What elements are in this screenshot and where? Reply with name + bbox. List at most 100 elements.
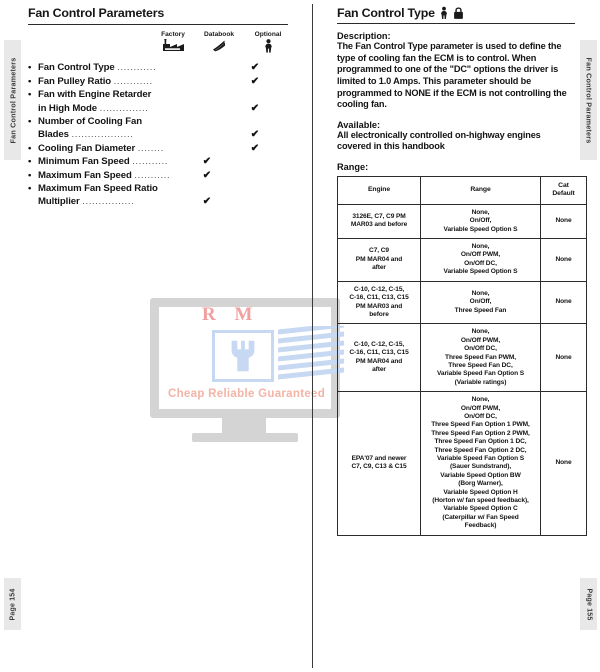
table-cell-range-line: Three Speed Fan Option 2 DC,: [434, 446, 527, 454]
table-cell-engine-line: 3126E, C7, C9 PM: [352, 213, 406, 221]
table-cell-default-line: None: [555, 255, 572, 263]
table-cell-engine-line: C-10, C-12, C-15,: [353, 340, 405, 348]
leader-dots: ............: [113, 75, 153, 87]
lock-icon: [453, 7, 463, 19]
table-cell-range: None, On/Off PWM, On/Off DC, Variable Speed…: [420, 238, 541, 282]
table-header-cat-default-line: Cat: [558, 182, 569, 190]
table-cell-engine: EPA'07 and newer C7, C9, C13 & C15: [337, 391, 421, 536]
side-tab-right-label: Fan Control Parameters: [584, 57, 594, 143]
table-cell-engine-line: C7, C9: [369, 247, 389, 255]
table-cell-range-line: On/Off DC,: [464, 259, 497, 267]
parameter-text: Blades: [38, 129, 72, 141]
table-cell-range-line: Three Speed Fan DC,: [448, 361, 513, 369]
table-cell-engine-line: EPA'07 and newer: [351, 455, 407, 463]
table-cell-engine-line: PM MAR04 and: [355, 255, 403, 263]
bullet-icon: •: [28, 89, 32, 101]
side-tab-left-section: Fan Control Parameters: [4, 40, 21, 160]
range-table: Engine Range Cat Default 3126E, C7, C9 PM…: [337, 176, 587, 536]
table-cell-range-line: On/Off PWM,: [460, 336, 501, 344]
table-cell-range-line: None,: [471, 328, 490, 336]
right-column: Fan Control Type Description: The Fan Co…: [337, 6, 587, 536]
table-cell-engine-line: C-16, C11, C13, C15: [349, 294, 409, 302]
parameter-row: • Fan Pulley Ratio ............ ✔: [28, 75, 288, 88]
parameter-text: Fan with Engine Retarder: [38, 89, 152, 101]
table-cell-default-line: None: [555, 353, 572, 361]
leader-dots: ...........: [134, 169, 171, 181]
parameter-label: • Minimum Fan Speed ...........: [28, 155, 288, 168]
parameter-row: • Minimum Fan Speed ........... ✔: [28, 155, 288, 168]
table-cell-range-line: Variable Speed Option S: [443, 268, 518, 276]
page-number-right: Page 155: [580, 578, 597, 630]
column-headers: Factory Databook Optional: [150, 31, 288, 61]
table-header-row: Engine Range Cat Default: [337, 176, 587, 205]
table-cell-default: None: [540, 391, 587, 536]
parameter-label: • Maximum Fan Speed ...........: [28, 169, 288, 182]
table-cell-default-line: None: [555, 217, 572, 225]
table-cell-engine: C7, C9 PM MAR04 and after: [337, 238, 421, 282]
watermark-logo-text: R M: [202, 304, 260, 325]
checkmark-optional: ✔: [250, 129, 260, 141]
page-title: Fan Control Parameters: [28, 6, 165, 20]
table-cell-engine-line: C7, C9, C13 & C15: [351, 463, 407, 471]
table-cell-range-line: None,: [471, 289, 490, 297]
table-header-range: Range: [420, 176, 541, 205]
table-cell-default: None: [540, 238, 587, 282]
range-table-head: Engine Range Cat Default: [337, 176, 587, 205]
page-number-right-label: Page 155: [585, 588, 592, 620]
bullet-icon: •: [28, 169, 32, 181]
parameter-row: Multiplier ................ ✔: [28, 195, 288, 208]
table-row: C7, C9 PM MAR04 and after None, On/Off PWM, O…: [337, 238, 587, 282]
description-label: Description:: [337, 31, 391, 42]
available-body: All electronically controlled on-highway…: [337, 129, 541, 152]
leader-dots: ................: [82, 196, 135, 208]
parameter-row: • Number of Cooling Fan: [28, 115, 288, 128]
table-cell-engine-line: PM MAR03 and: [355, 302, 403, 310]
person-icon: [440, 6, 447, 19]
table-cell-range-line: Three Speed Fan PWM,: [445, 353, 516, 361]
watermark-tagline: Cheap Reliable Guaranteed: [168, 388, 326, 400]
parameter-text: Fan Pulley Ratio: [38, 75, 114, 87]
watermark-monitor-base: [192, 433, 298, 442]
bullet-icon: •: [28, 75, 32, 87]
table-cell-engine: C-10, C-12, C-15, C-16, C11, C13, C15 PM M…: [337, 323, 421, 393]
table-cell-engine-line: C-10, C-12, C-15,: [353, 285, 405, 293]
leader-dots: ...............: [99, 102, 149, 114]
table-cell-range-line: On/Off,: [469, 298, 492, 306]
parameter-row: in High Mode ............... ✔: [28, 102, 288, 115]
parameter-label: • Maximum Fan Speed Ratio: [28, 182, 288, 195]
watermark: R M Cheap Reliable Guaranteed: [150, 290, 350, 455]
watermark-box-outline: [212, 330, 274, 382]
left-column: Fan Control Parameters Factory Databook: [28, 6, 288, 209]
parameter-text: Maximum Fan Speed Ratio: [38, 182, 158, 194]
table-row: C-10, C-12, C-15, C-16, C11, C13, C15 PM M…: [337, 280, 587, 325]
column-header-optional-label: Optional: [254, 31, 282, 39]
table-cell-default: None: [540, 323, 587, 393]
table-cell-range-line: Variable Speed Option H: [443, 488, 518, 496]
table-header-cat-default-line: Default: [552, 190, 575, 198]
title-rule: [28, 24, 288, 26]
parameter-row: • Fan Control Type ............ ✔: [28, 61, 288, 74]
bullet-icon: •: [28, 182, 32, 194]
table-cell-engine-line: before: [369, 310, 389, 318]
column-divider: [312, 4, 313, 668]
parameter-label: • Fan with Engine Retarder: [28, 88, 288, 101]
checkmark-optional: ✔: [250, 102, 260, 114]
table-header-cat-default: Cat Default: [540, 176, 587, 205]
table-cell-range-line: Three Speed Fan Option 1 PWM,: [431, 421, 530, 429]
checkmark-optional: ✔: [250, 75, 260, 87]
table-cell-range-line: (Sauer Sundstrand),: [449, 463, 512, 471]
factory-icon: [163, 39, 184, 52]
table-cell-range-line: Variable Speed Fan Option S: [436, 455, 525, 463]
column-header-optional: Optional: [245, 31, 291, 53]
table-cell-engine-line: after: [372, 264, 386, 272]
leader-dots: ........: [137, 142, 164, 154]
table-cell-range-line: Variable Speed Option C: [443, 505, 518, 513]
table-cell-default: None: [540, 280, 587, 325]
parameter-list: • Fan Control Type ............ ✔ • Fan Pull…: [28, 61, 288, 208]
parameter-text: Multiplier: [38, 196, 83, 208]
parameter-title-rule: [337, 23, 575, 25]
parameter-row: • Cooling Fan Diameter ........ ✔: [28, 142, 288, 155]
available-label: Available:: [337, 119, 381, 130]
